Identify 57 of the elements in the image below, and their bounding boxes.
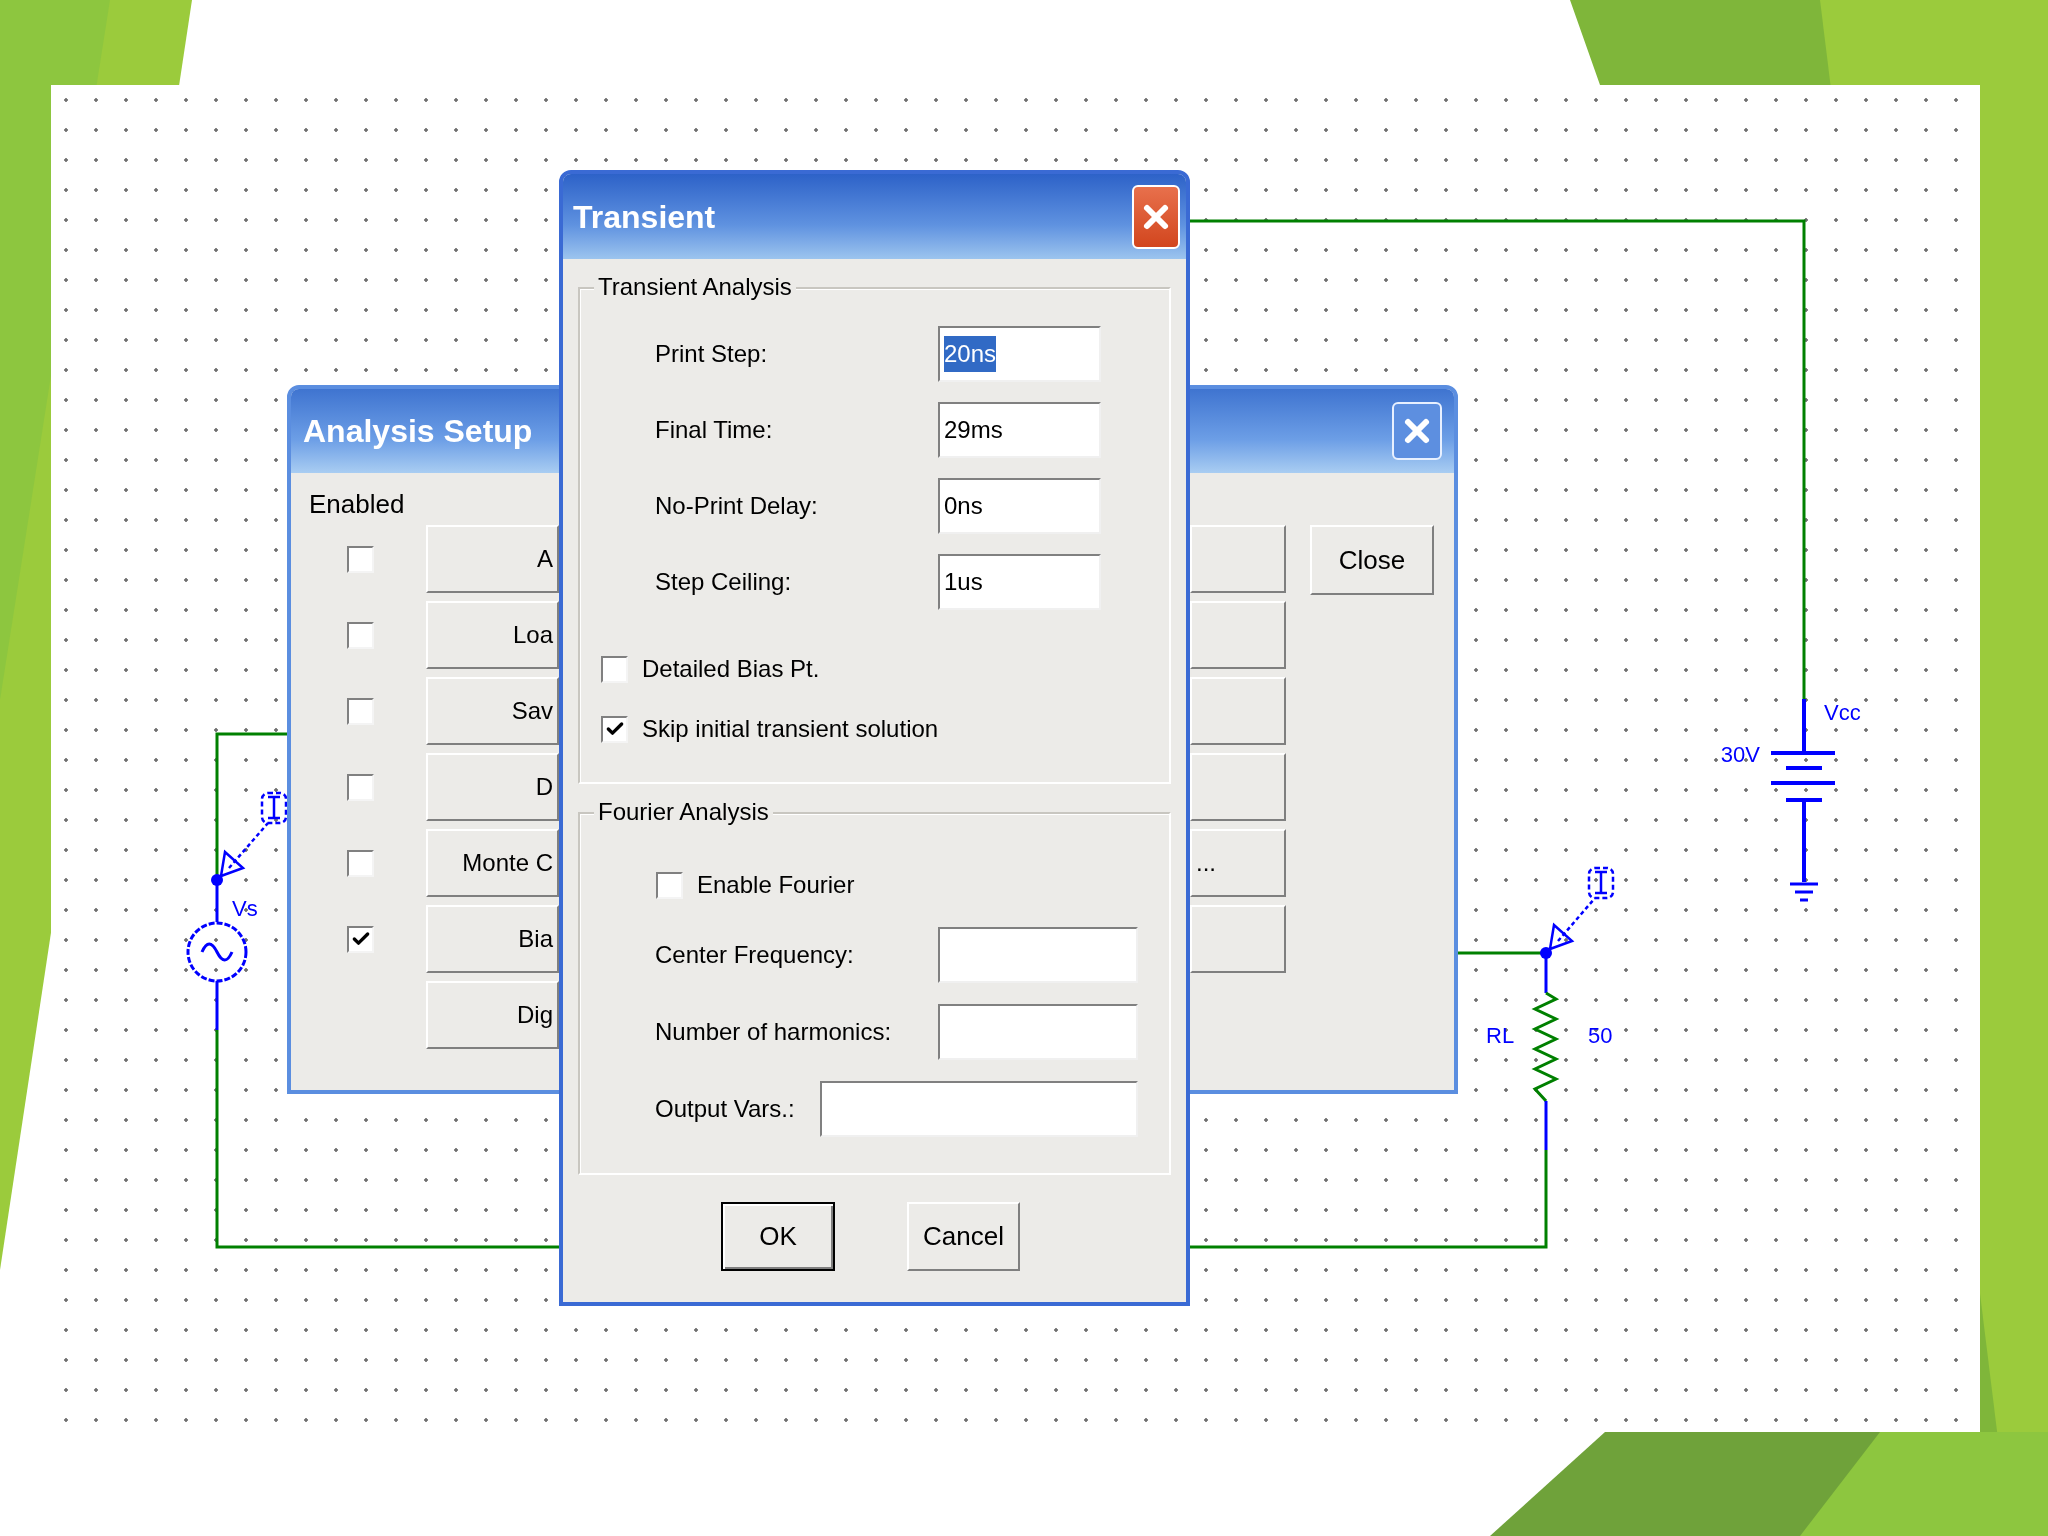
node-dot [211, 874, 223, 886]
setup-button[interactable]: A [426, 525, 559, 593]
checkbox[interactable] [347, 621, 374, 649]
setup-button[interactable] [1190, 905, 1286, 973]
input-field[interactable] [938, 927, 1138, 983]
checkbox[interactable] [347, 545, 374, 573]
dialog-button[interactable]: Cancel [907, 1202, 1020, 1271]
field-label: Print Step: [655, 339, 769, 369]
node-dot [1540, 947, 1552, 959]
checkbox[interactable] [656, 871, 683, 899]
field-label: No-Print Delay: [655, 491, 819, 521]
setup-button[interactable]: Sav [426, 677, 559, 745]
ground-icon [1790, 882, 1818, 902]
resistor-icon [1531, 957, 1560, 1150]
setup-button[interactable] [1190, 601, 1286, 669]
component-label: RL [1486, 1023, 1515, 1048]
setup-button[interactable] [1190, 525, 1286, 593]
input-field[interactable]: 0ns [938, 478, 1101, 534]
setup-button[interactable]: Monte C [426, 829, 559, 897]
setup-button[interactable] [1190, 677, 1286, 745]
window-title: Analysis Setup [303, 412, 533, 451]
close-button[interactable] [1392, 402, 1442, 460]
component-label: Vcc [1824, 700, 1861, 725]
checkbox[interactable] [347, 773, 374, 801]
input-field[interactable]: 20ns [938, 326, 1101, 382]
window-title: Transient [573, 197, 716, 237]
field-label: Step Ceiling: [655, 567, 793, 597]
checkbox[interactable] [347, 697, 374, 725]
checkbox-label: Skip initial transient solution [642, 714, 939, 744]
dialog-button[interactable]: OK [721, 1202, 835, 1271]
setup-button[interactable]: Bia [426, 905, 559, 973]
input-field[interactable]: 29ms [938, 402, 1101, 458]
input-field[interactable]: 1us [938, 554, 1101, 610]
setup-button[interactable]: ... [1190, 829, 1286, 897]
column-header: Enabled [309, 488, 405, 521]
checkbox[interactable] [601, 715, 628, 743]
probe-icon [1548, 866, 1615, 951]
field-label: Output Vars.: [655, 1094, 796, 1124]
field-label: Center Frequency: [655, 940, 855, 970]
close-button[interactable]: Close [1310, 525, 1434, 595]
component-label: Vs [232, 896, 258, 921]
checkbox-label: Detailed Bias Pt. [642, 654, 820, 684]
setup-button[interactable]: Dig [426, 981, 559, 1049]
checkbox[interactable] [601, 655, 628, 683]
checkbox-label: Enable Fourier [697, 870, 855, 900]
field-label: Final Time: [655, 415, 774, 445]
input-field[interactable] [820, 1081, 1138, 1137]
component-value: 50 [1588, 1023, 1613, 1048]
checkbox[interactable] [347, 849, 374, 877]
component-value: 30V [1720, 742, 1760, 767]
input-field[interactable] [938, 1004, 1138, 1060]
probe-icon [219, 791, 288, 878]
setup-button[interactable] [1190, 753, 1286, 821]
setup-button[interactable]: D [426, 753, 559, 821]
setup-button[interactable]: Loa [426, 601, 559, 669]
field-label: Number of harmonics: [655, 1017, 893, 1047]
checkbox[interactable] [347, 925, 374, 953]
